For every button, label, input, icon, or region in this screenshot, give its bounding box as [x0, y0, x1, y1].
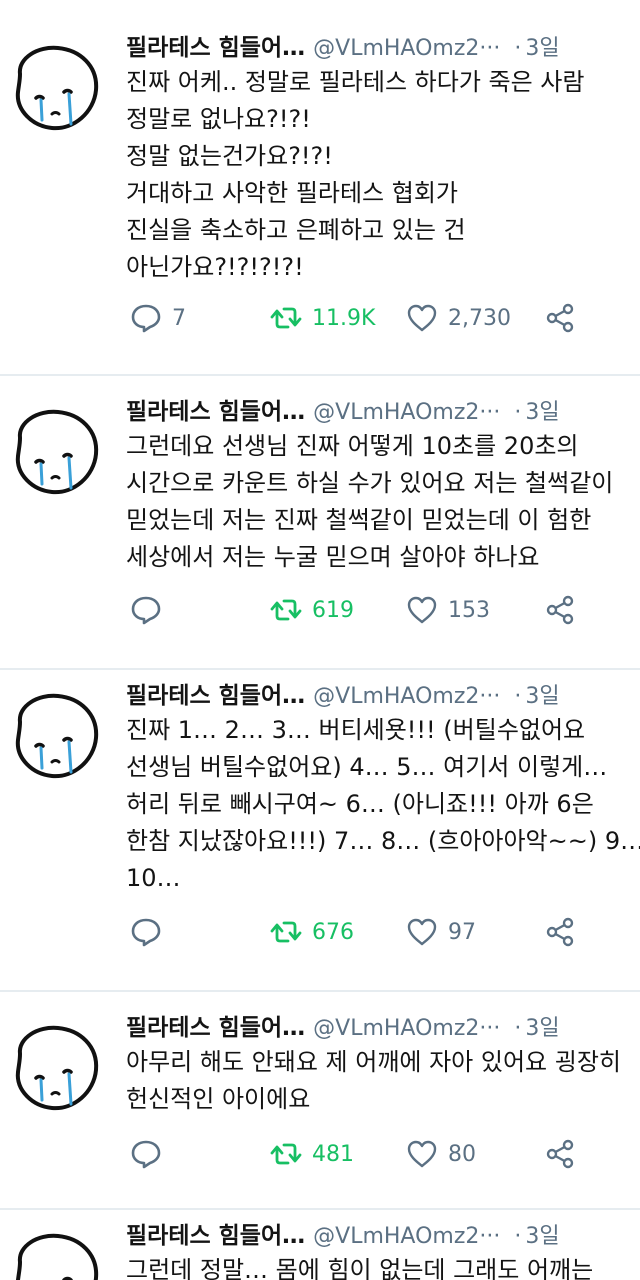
retweet-button[interactable]: 619 [270, 590, 354, 630]
retweet-arrows-icon [270, 1138, 302, 1170]
tweet-4[interactable]: 필라테스 힘들어… @VLmHAOmz2··· · 3일 아무리 해도 안돼요 제 어… [0, 1008, 640, 1208]
reply-button[interactable] [130, 590, 172, 630]
reply-bubble-icon [130, 594, 162, 626]
author-handle[interactable]: @VLmHAOmz2··· [313, 1224, 500, 1249]
share-nodes-icon [544, 302, 576, 334]
separator-dot: · [514, 1224, 522, 1249]
retweet-arrows-icon [270, 594, 302, 626]
tweet-text: 그런데요 선생님 진짜 어떻게 10초를 20초의 시간으로 카운트 하실 수가… [126, 432, 614, 571]
author-name[interactable]: 필라테스 힘들어… [126, 35, 305, 61]
tweet-timestamp[interactable]: 3일 [525, 1224, 559, 1249]
tweet-2[interactable]: 필라테스 힘들어… @VLmHAOmz2··· · 3일 그런데요 선생님 진짜 어떻… [0, 392, 640, 668]
separator-dot: · [514, 1016, 522, 1041]
reply-bubble-icon [130, 916, 162, 948]
share-button[interactable] [544, 590, 576, 630]
author-name[interactable]: 필라테스 힘들어… [126, 1015, 305, 1041]
heart-outline-icon [406, 916, 438, 948]
retweet-arrows-icon [270, 916, 302, 948]
tweet-timestamp[interactable]: 3일 [525, 400, 559, 425]
profile-avatar-icon[interactable] [8, 1020, 102, 1114]
retweet-count: 619 [312, 597, 354, 623]
tweet-timestamp[interactable]: 3일 [525, 1016, 559, 1041]
separator-dot: · [514, 36, 522, 61]
author-name[interactable]: 필라테스 힘들어… [126, 683, 305, 709]
profile-avatar-icon[interactable] [8, 40, 102, 134]
profile-avatar-icon[interactable] [8, 404, 102, 498]
tweet-3[interactable]: 필라테스 힘들어… @VLmHAOmz2··· · 3일 진짜 1… 2… 3… 버티… [0, 676, 640, 990]
tweet-1[interactable]: 필라테스 힘들어… @VLmHAOmz2··· · 3일 진짜 어케.. 정말로 필라… [0, 28, 640, 374]
tweet-header: 필라테스 힘들어… @VLmHAOmz2··· · 3일 [126, 1008, 640, 1048]
reply-button[interactable] [130, 1134, 172, 1174]
tweet-header: 필라테스 힘들어… @VLmHAOmz2··· · 3일 [126, 392, 640, 432]
author-handle[interactable]: @VLmHAOmz2··· [313, 1016, 500, 1041]
tweet-header: 필라테스 힘들어… @VLmHAOmz2··· · 3일 [126, 676, 640, 716]
retweet-button[interactable]: 11.9K [270, 298, 375, 338]
tweet-text: 진짜 어케.. 정말로 필라테스 하다가 죽은 사람 정말로 없나요?!?! 정… [126, 68, 585, 281]
reply-count: 7 [172, 305, 186, 331]
retweet-count: 481 [312, 1141, 354, 1167]
retweet-button[interactable]: 481 [270, 1134, 354, 1174]
like-button[interactable]: 153 [406, 590, 490, 630]
tweet-actions: 7 11.9K 2,730 [126, 298, 640, 338]
like-count: 153 [448, 597, 490, 623]
reply-bubble-icon [130, 1138, 162, 1170]
reply-button[interactable] [130, 912, 172, 952]
separator-dot: · [514, 684, 522, 709]
tweet-divider [0, 990, 640, 992]
like-button[interactable]: 2,730 [406, 298, 511, 338]
tweet-text: 그런데 정말… 몸에 힘이 없는데 그래도 어깨는 [126, 1256, 594, 1280]
retweet-count: 11.9K [312, 305, 376, 331]
tweet-actions: 619 153 [126, 590, 640, 630]
share-nodes-icon [544, 916, 576, 948]
tweet-timestamp[interactable]: 3일 [525, 684, 559, 709]
like-button[interactable]: 80 [406, 1134, 476, 1174]
share-button[interactable] [544, 912, 576, 952]
separator-dot: · [514, 400, 522, 425]
author-handle[interactable]: @VLmHAOmz2··· [313, 400, 500, 425]
like-count: 97 [448, 919, 476, 945]
like-count: 80 [448, 1141, 476, 1167]
reply-button[interactable]: 7 [130, 298, 186, 338]
retweet-arrows-icon [270, 302, 302, 334]
tweet-timestamp[interactable]: 3일 [525, 36, 559, 61]
share-button[interactable] [544, 1134, 576, 1174]
tweet-text: 아무리 해도 안돼요 제 어깨에 자아 있어요 굉장히 헌신적인 아이에요 [126, 1048, 622, 1113]
share-button[interactable] [544, 298, 576, 338]
profile-avatar-icon[interactable] [8, 688, 102, 782]
author-name[interactable]: 필라테스 힘들어… [126, 1223, 305, 1249]
heart-outline-icon [406, 594, 438, 626]
tweet-divider [0, 1208, 640, 1210]
share-nodes-icon [544, 1138, 576, 1170]
tweet-actions: 481 80 [126, 1134, 640, 1174]
author-handle[interactable]: @VLmHAOmz2··· [313, 684, 500, 709]
reply-bubble-icon [130, 302, 162, 334]
tweet-divider [0, 374, 640, 376]
tweet-header: 필라테스 힘들어… @VLmHAOmz2··· · 3일 [126, 1216, 640, 1256]
share-nodes-icon [544, 594, 576, 626]
author-handle[interactable]: @VLmHAOmz2··· [313, 36, 500, 61]
author-name[interactable]: 필라테스 힘들어… [126, 399, 305, 425]
tweet-actions: 676 97 [126, 912, 640, 952]
tweet-5[interactable]: 필라테스 힘들어… @VLmHAOmz2··· · 3일 그런데 정말… 몸에 힘이 … [0, 1216, 640, 1280]
retweet-count: 676 [312, 919, 354, 945]
retweet-button[interactable]: 676 [270, 912, 354, 952]
like-count: 2,730 [448, 305, 511, 331]
heart-outline-icon [406, 1138, 438, 1170]
heart-outline-icon [406, 302, 438, 334]
tweet-text: 진짜 1… 2… 3… 버티세욧!!! (버틸수없어요 선생님 버틸수없어요) … [126, 716, 640, 892]
like-button[interactable]: 97 [406, 912, 476, 952]
tweet-header: 필라테스 힘들어… @VLmHAOmz2··· · 3일 [126, 28, 640, 68]
profile-avatar-icon[interactable] [8, 1228, 102, 1280]
tweet-divider [0, 668, 640, 670]
